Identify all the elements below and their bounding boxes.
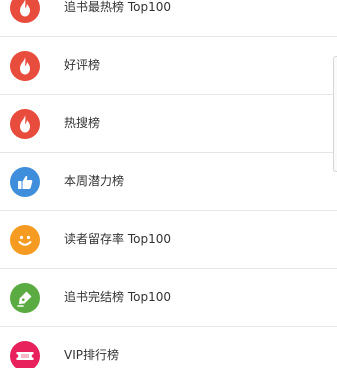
ranking-item-label: 本周潜力榜: [64, 174, 125, 188]
thumbs-up-icon: [10, 167, 40, 197]
ranking-item-label: 好评榜: [64, 58, 101, 72]
ranking-item-top-rated[interactable]: 好评榜: [0, 37, 337, 94]
ranking-list: 追书最热榜 Top100 好评榜 热搜榜 本周潜力榜 读者留存率 Top100 …: [0, 0, 337, 368]
ranking-item-hot-search[interactable]: 热搜榜: [0, 95, 337, 152]
flame-icon: [10, 51, 40, 81]
ranking-item-completed[interactable]: 追书完结榜 Top100: [0, 269, 337, 326]
ranking-item-label: 追书完结榜 Top100: [64, 290, 171, 304]
flame-icon: [10, 109, 40, 139]
scrollbar[interactable]: [333, 56, 337, 172]
ranking-item-reader-retention[interactable]: 读者留存率 Top100: [0, 211, 337, 268]
flame-icon: [10, 0, 40, 23]
ranking-item-label: 热搜榜: [64, 116, 101, 130]
ranking-item-vip[interactable]: VIP排行榜: [0, 327, 337, 368]
ranking-item-label: 读者留存率 Top100: [64, 232, 171, 246]
ranking-item-most-followed[interactable]: 追书最热榜 Top100: [0, 0, 337, 36]
ranking-item-label: VIP排行榜: [64, 348, 119, 362]
smiley-icon: [10, 225, 40, 255]
ranking-item-weekly-potential[interactable]: 本周潜力榜: [0, 153, 337, 210]
vip-ticket-icon: [10, 341, 40, 368]
pen-icon: [10, 283, 40, 313]
ranking-item-label: 追书最热榜 Top100: [64, 0, 171, 14]
